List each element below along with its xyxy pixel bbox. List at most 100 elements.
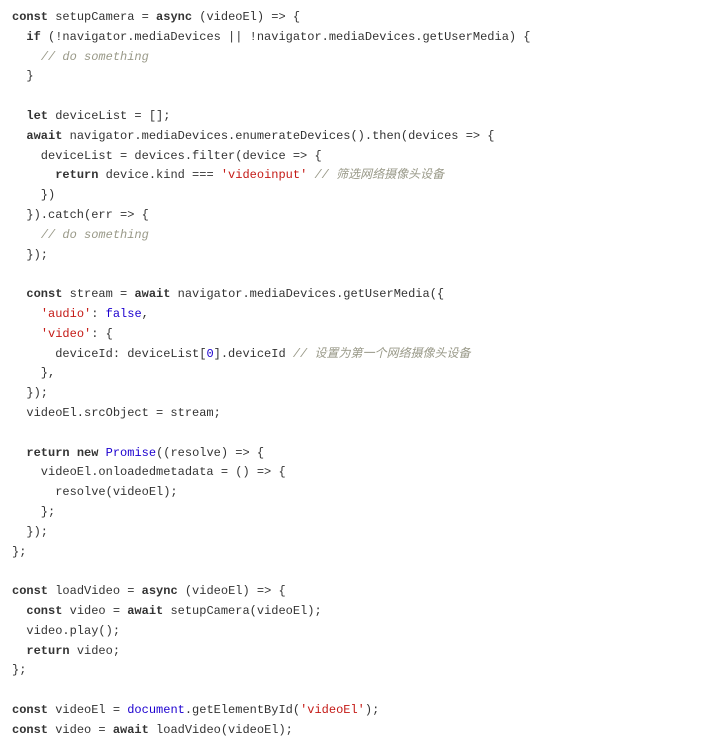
code-line: // do something: [12, 226, 706, 246]
code-line: const stream = await navigator.mediaDevi…: [12, 285, 706, 305]
code-segment: 0: [206, 347, 213, 361]
code-line: deviceList = devices.filter(device => {: [12, 147, 706, 167]
code-segment: video.play();: [12, 624, 120, 638]
code-line: const setupCamera = async (videoEl) => {: [12, 8, 706, 28]
code-line: video.play();: [12, 622, 706, 642]
code-segment: }).catch(err => {: [12, 208, 149, 222]
code-segment: });: [12, 525, 48, 539]
code-segment: });: [12, 386, 48, 400]
code-line: [12, 87, 706, 107]
code-segment: [12, 50, 41, 64]
code-line: [12, 681, 706, 701]
code-segment: // 筛选网络摄像头设备: [314, 168, 444, 182]
code-segment: video;: [70, 644, 120, 658]
code-segment: deviceList = [];: [48, 109, 170, 123]
code-segment: device.kind ===: [98, 168, 220, 182]
code-segment: resolve(videoEl);: [12, 485, 178, 499]
code-segment: const: [26, 604, 62, 618]
code-line: return video;: [12, 642, 706, 662]
code-segment: ,: [142, 307, 149, 321]
code-line: };: [12, 503, 706, 523]
code-segment: }: [12, 69, 34, 83]
code-line: if (!navigator.mediaDevices || !navigato…: [12, 28, 706, 48]
code-line: [12, 424, 706, 444]
code-segment: await: [113, 723, 149, 737]
code-segment: [12, 604, 26, 618]
code-segment: [12, 644, 26, 658]
code-segment: setupCamera =: [48, 10, 156, 24]
code-line: const loadVideo = async (videoEl) => {: [12, 582, 706, 602]
code-segment: new: [77, 446, 99, 460]
code-segment: let: [26, 109, 48, 123]
code-segment: .getElementById(: [185, 703, 300, 717]
code-line: });: [12, 523, 706, 543]
code-line: return new Promise((resolve) => {: [12, 444, 706, 464]
code-line: }).catch(err => {: [12, 206, 706, 226]
code-segment: );: [365, 703, 379, 717]
code-line: const video = await loadVideo(videoEl);: [12, 721, 706, 741]
code-segment: [12, 109, 26, 123]
code-segment: },: [12, 366, 55, 380]
code-segment: const: [12, 584, 48, 598]
code-segment: return: [26, 644, 69, 658]
code-segment: return: [26, 446, 69, 460]
code-segment: navigator.mediaDevices.enumerateDevices(…: [62, 129, 494, 143]
code-segment: await: [26, 129, 62, 143]
code-segment: [12, 307, 41, 321]
code-segment: const: [12, 723, 48, 737]
code-segment: :: [91, 307, 105, 321]
code-line: await navigator.mediaDevices.enumerateDe…: [12, 127, 706, 147]
code-line: const videoEl = document.getElementById(…: [12, 701, 706, 721]
code-segment: Promise: [106, 446, 156, 460]
code-segment: return: [55, 168, 98, 182]
code-segment: [12, 446, 26, 460]
code-segment: // do something: [41, 50, 149, 64]
code-segment: [98, 446, 105, 460]
code-line: 'video': {: [12, 325, 706, 345]
code-segment: [12, 129, 26, 143]
code-line: [12, 562, 706, 582]
code-segment: : {: [91, 327, 113, 341]
code-segment: videoEl.srcObject = stream;: [12, 406, 221, 420]
code-line: // do something: [12, 48, 706, 68]
code-segment: setupCamera(videoEl);: [163, 604, 321, 618]
code-segment: loadVideo =: [48, 584, 142, 598]
code-segment: // do something: [41, 228, 149, 242]
code-segment: };: [12, 505, 55, 519]
code-segment: video =: [48, 723, 113, 737]
code-segment: 'video': [41, 327, 91, 341]
code-line: });: [12, 384, 706, 404]
code-segment: (!navigator.mediaDevices || !navigator.m…: [41, 30, 531, 44]
code-segment: document: [127, 703, 185, 717]
code-segment: (videoEl) => {: [178, 584, 286, 598]
code-segment: };: [12, 545, 26, 559]
code-segment: if: [26, 30, 40, 44]
code-segment: loadVideo(videoEl);: [149, 723, 293, 737]
code-line: };: [12, 543, 706, 563]
code-segment: [12, 287, 26, 301]
code-segment: videoEl =: [48, 703, 127, 717]
code-segment: // 设置为第一个网络摄像头设备: [293, 347, 471, 361]
code-segment: deviceId: deviceList[: [12, 347, 206, 361]
code-line: const video = await setupCamera(videoEl)…: [12, 602, 706, 622]
code-segment: deviceList = devices.filter(device => {: [12, 149, 322, 163]
code-segment: await: [134, 287, 170, 301]
code-segment: navigator.mediaDevices.getUserMedia({: [170, 287, 444, 301]
code-segment: video =: [62, 604, 127, 618]
code-segment: stream =: [62, 287, 134, 301]
code-segment: const: [12, 703, 48, 717]
code-segment: const: [26, 287, 62, 301]
code-segment: 'audio': [41, 307, 91, 321]
code-segment: (videoEl) => {: [192, 10, 300, 24]
code-line: }): [12, 186, 706, 206]
code-segment: ((resolve) => {: [156, 446, 264, 460]
code-segment: async: [142, 584, 178, 598]
code-line: };: [12, 661, 706, 681]
code-segment: [12, 168, 55, 182]
code-line: resolve(videoEl);: [12, 483, 706, 503]
code-line: videoEl.srcObject = stream;: [12, 404, 706, 424]
code-line: }: [12, 67, 706, 87]
code-segment: false: [106, 307, 142, 321]
code-segment: [12, 228, 41, 242]
code-segment: [12, 30, 26, 44]
